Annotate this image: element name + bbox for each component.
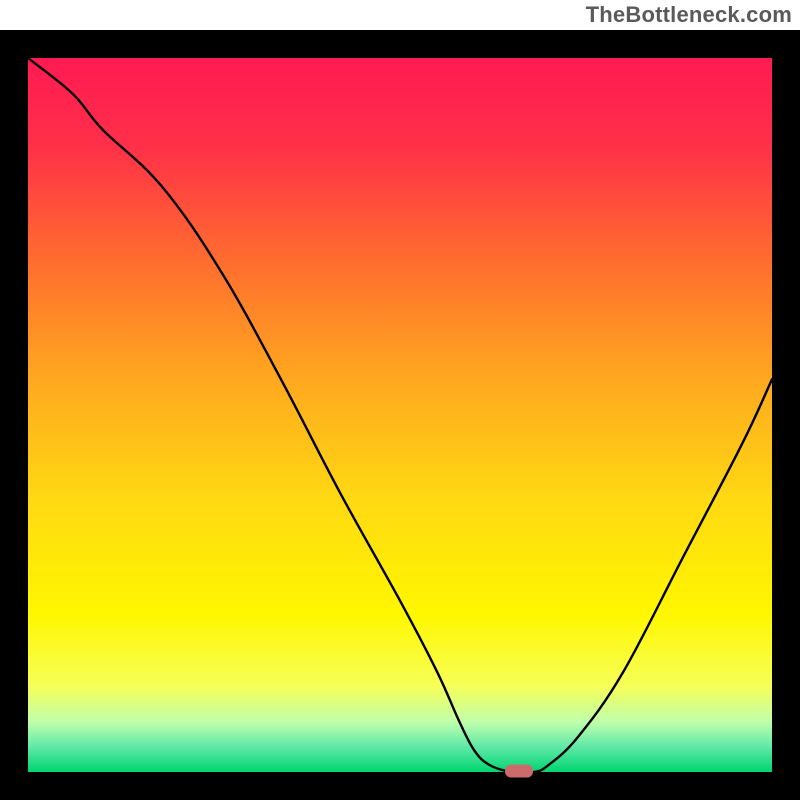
bottleneck-chart [0, 30, 800, 800]
attribution-label: TheBottleneck.com [586, 2, 792, 28]
chart-container: TheBottleneck.com [0, 0, 800, 800]
optimal-marker [505, 765, 533, 778]
chart-background-gradient [28, 58, 772, 772]
